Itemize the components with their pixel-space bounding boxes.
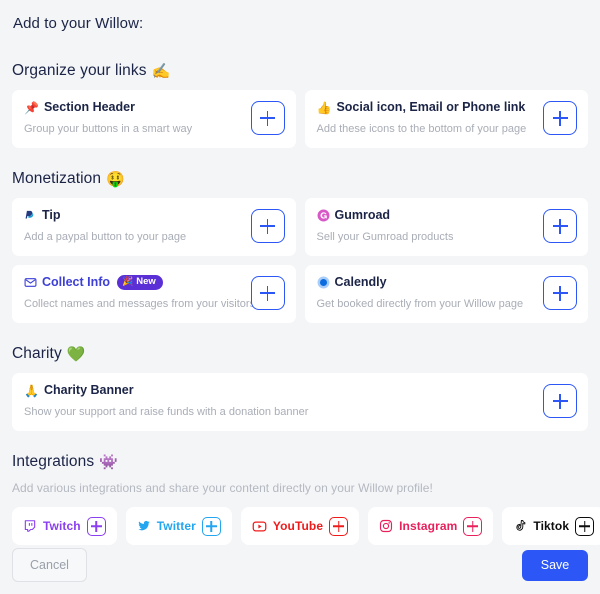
add-to-willow-dialog: Add to your Willow: Organize your links …: [0, 0, 600, 594]
add-youtube-button[interactable]: [329, 516, 349, 536]
section-heading-integrations: Integrations 👾: [12, 453, 588, 471]
add-tiktok-button[interactable]: [575, 516, 595, 536]
card-description: Add these icons to the bottom of your pa…: [316, 123, 527, 135]
gumroad-icon: [317, 209, 329, 222]
card-description: Get booked directly from your Willow pag…: [316, 298, 524, 310]
chip-youtube[interactable]: YouTube: [240, 507, 360, 545]
envelope-icon: [24, 278, 37, 287]
card-social-icon-email-phone[interactable]: 👍 Social icon, Email or Phone link Add t…: [304, 90, 588, 148]
card-gumroad[interactable]: Gumroad Sell your Gumroad products: [304, 198, 588, 256]
cancel-button[interactable]: Cancel: [12, 548, 87, 582]
thumbs-up-icon: 👍: [316, 100, 332, 115]
section-heading-charity: Charity 💚: [12, 345, 588, 363]
add-social-icon-button[interactable]: [543, 101, 577, 135]
card-title: 👍 Social icon, Email or Phone link: [317, 100, 577, 115]
card-section-header[interactable]: 📌 Section Header Group your buttons in a…: [12, 90, 296, 148]
folded-hands-icon: 🙏: [24, 383, 39, 398]
monetization-card-grid-row1: Tip Add a paypal button to your page Gum…: [12, 198, 588, 256]
card-title: Collect Info 🎉 New: [24, 275, 284, 290]
twitter-icon: [137, 520, 150, 531]
add-tip-button[interactable]: [250, 209, 285, 243]
twitch-icon: [24, 520, 36, 532]
new-badge: 🎉 New: [117, 275, 163, 290]
integration-chip-list: Twitch Twitter YouTube Instagram Tiktok: [12, 507, 600, 545]
chip-instagram[interactable]: Instagram: [368, 507, 494, 545]
card-description: Collect names and messages from your vis…: [24, 298, 256, 310]
chip-label: Twitter: [156, 519, 196, 533]
section-heading-charity-label: Charity: [12, 345, 62, 362]
card-title-label: Collect Info: [42, 275, 111, 289]
card-title-label: Calendly: [334, 275, 387, 289]
dialog-footer: Cancel Save: [12, 548, 588, 582]
alien-monster-icon: 👾: [99, 452, 118, 471]
card-title: 🙏 Charity Banner: [24, 383, 576, 398]
card-title-label: Social icon, Email or Phone link: [336, 100, 526, 114]
calendly-icon: [317, 276, 329, 289]
add-instagram-button[interactable]: [463, 516, 483, 536]
card-title: Tip: [24, 208, 284, 223]
instagram-icon: [380, 519, 393, 533]
add-collect-info-button[interactable]: [250, 276, 285, 310]
save-button[interactable]: Save: [522, 549, 588, 581]
add-calendly-button[interactable]: [543, 276, 577, 310]
section-heading-monetization: Monetization 🤑: [12, 170, 588, 188]
monetization-card-grid-row2: Collect Info 🎉 New Collect names and mes…: [12, 265, 588, 323]
add-gumroad-button[interactable]: [543, 209, 577, 243]
green-heart-icon: 💚: [66, 344, 86, 363]
card-title: Gumroad: [317, 208, 577, 223]
add-twitch-button[interactable]: [86, 516, 106, 536]
card-title-label: Section Header: [43, 100, 135, 114]
section-charity: Charity 💚 🙏 Charity Banner Show your sup…: [12, 345, 588, 431]
youtube-icon: [252, 521, 267, 531]
pushpin-icon: 📌: [24, 100, 39, 115]
chip-twitter[interactable]: Twitter: [125, 507, 232, 545]
paypal-icon: [25, 210, 34, 221]
section-heading-monetization-label: Monetization: [12, 170, 102, 187]
section-heading-organize: Organize your links ✍️: [12, 62, 588, 80]
chip-twitch[interactable]: Twitch: [12, 507, 117, 545]
new-badge-label: New: [136, 276, 156, 287]
chip-label: Twitch: [43, 519, 81, 533]
section-organize-links: Organize your links ✍️ 📌 Section Header …: [12, 62, 588, 148]
section-heading-integrations-label: Integrations: [12, 453, 95, 470]
section-heading-organize-label: Organize your links: [12, 62, 147, 79]
card-tip[interactable]: Tip Add a paypal button to your page: [12, 198, 296, 256]
chip-label: Tiktok: [533, 519, 570, 533]
add-section-header-button[interactable]: [250, 101, 285, 135]
card-title-label: Gumroad: [334, 208, 391, 222]
charity-card-grid: 🙏 Charity Banner Show your support and r…: [12, 373, 588, 431]
card-calendly[interactable]: Calendly Get booked directly from your W…: [304, 265, 588, 323]
card-description: Group your buttons in a smart way: [24, 123, 193, 135]
dialog-title: Add to your Willow:: [13, 15, 144, 32]
card-description: Add a paypal button to your page: [24, 231, 187, 243]
card-collect-info[interactable]: Collect Info 🎉 New Collect names and mes…: [12, 265, 296, 323]
card-title-label: Tip: [42, 208, 61, 222]
card-description: Sell your Gumroad products: [316, 231, 454, 243]
tiktok-icon: [516, 519, 526, 531]
chip-tiktok[interactable]: Tiktok: [502, 507, 600, 545]
add-twitter-button[interactable]: [201, 516, 221, 536]
section-monetization: Monetization 🤑 Tip Add a paypal button t…: [12, 170, 588, 323]
card-title: 📌 Section Header: [24, 100, 284, 115]
card-title-label: Charity Banner: [43, 383, 134, 397]
add-charity-banner-button[interactable]: [543, 384, 577, 418]
chip-label: YouTube: [272, 519, 324, 533]
writing-hand-icon: ✍️: [151, 61, 171, 80]
organize-card-grid: 📌 Section Header Group your buttons in a…: [12, 90, 588, 148]
card-description: Show your support and raise funds with a…: [24, 406, 309, 418]
chip-label: Instagram: [399, 519, 458, 533]
money-mouth-face-icon: 🤑: [106, 169, 125, 188]
integrations-description: Add various integrations and share your …: [12, 481, 433, 495]
party-popper-icon: 🎉: [122, 277, 134, 287]
card-charity-banner[interactable]: 🙏 Charity Banner Show your support and r…: [12, 373, 588, 431]
card-title: Calendly: [317, 275, 577, 290]
section-integrations: Integrations 👾 Add various integrations …: [12, 453, 600, 545]
